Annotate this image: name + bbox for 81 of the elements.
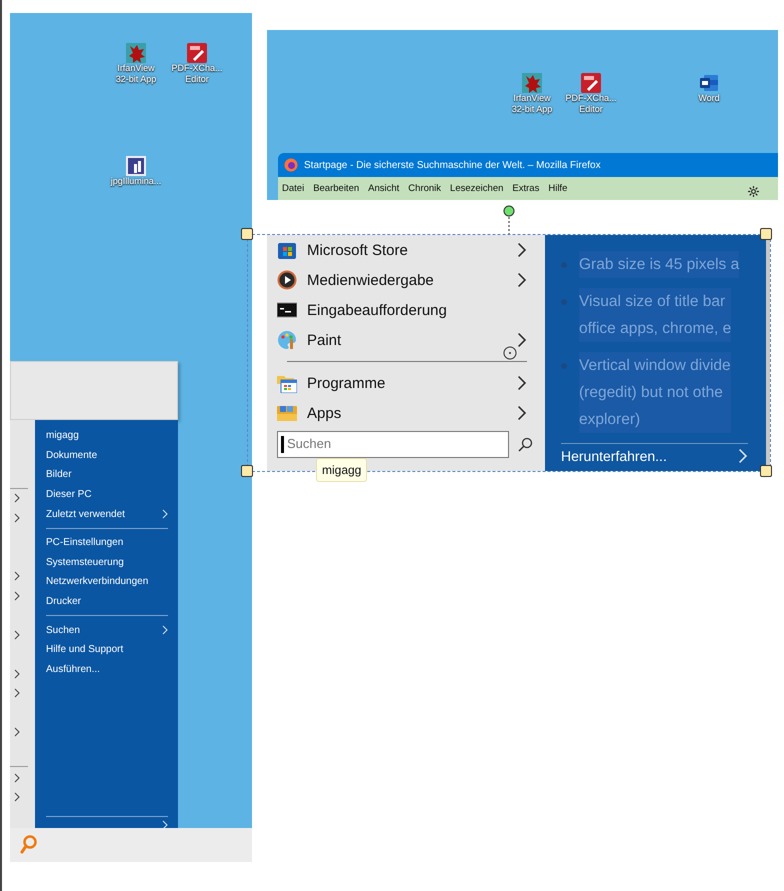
document-app-icon: [699, 73, 719, 93]
faded-text: Vertical window divide: [579, 352, 731, 379]
store-bag-icon: [277, 240, 297, 260]
chevron-icon: [14, 727, 20, 737]
menu-item[interactable]: Suchen: [46, 624, 80, 636]
browser-logo-icon: [284, 158, 298, 172]
icon-label: 32-bit App: [512, 104, 552, 115]
palette-icon: [277, 330, 297, 350]
chevron-icon: [517, 242, 527, 258]
folder-calendar-icon: [277, 373, 297, 393]
menu-item[interactable]: Chronik: [408, 183, 442, 194]
menu-item[interactable]: Hilfe: [548, 183, 568, 194]
menu-item[interactable]: Bilder: [46, 469, 72, 480]
icon-label: IrfanView: [117, 63, 155, 74]
menu-item[interactable]: Lesezeichen: [450, 183, 504, 194]
chevron-icon: [162, 820, 168, 828]
bullet-icon: [561, 262, 567, 268]
chevron-icon: [162, 509, 168, 520]
text-cursor-icon: [281, 436, 284, 453]
icon-label: Editor: [579, 104, 603, 115]
window-title: Startpage - Die sicherste Suchmaschine der Welt. – Mozilla Firefox: [304, 160, 601, 170]
menu-item[interactable]: Hilfe und Support: [46, 644, 124, 656]
menu-item[interactable]: Dokumente: [46, 450, 98, 461]
icon-label: IrfanView: [513, 93, 551, 104]
menu-item[interactable]: Drucker: [46, 596, 82, 608]
chevron-icon: [517, 272, 527, 288]
menu-item[interactable]: Herunterfahren...: [561, 448, 667, 464]
terminal-icon: [277, 300, 297, 320]
menu-item[interactable]: Ansicht: [368, 183, 400, 194]
icon-label: Word: [698, 93, 720, 104]
menu-item[interactable]: Paint: [307, 332, 508, 348]
rotation-handle[interactable]: [503, 205, 515, 234]
icon-label: 32-bit App: [116, 74, 156, 85]
chevron-icon: [14, 630, 20, 640]
menu-item[interactable]: Programme: [307, 374, 508, 392]
menu-item[interactable]: Ausführen...: [46, 664, 100, 675]
menu-item[interactable]: Apps: [307, 404, 508, 422]
icon-label: PDF-XCha...: [565, 93, 616, 104]
cursor-icon: [503, 346, 517, 360]
icon-label: Editor: [185, 74, 209, 85]
menu-item[interactable]: Eingabeaufforderung: [307, 302, 527, 318]
settings-icon[interactable]: [747, 185, 760, 198]
menu-item[interactable]: Zuletzt verwendet: [46, 508, 125, 520]
chevron-icon: [517, 332, 527, 348]
faded-text: (regedit) but not othe: [579, 379, 731, 406]
chevron-icon: [738, 448, 748, 464]
menu-item[interactable]: Datei: [282, 183, 304, 194]
play-icon: [277, 270, 297, 290]
chevron-icon: [162, 625, 168, 636]
resize-handle[interactable]: [760, 228, 772, 240]
bullet-icon: [561, 299, 567, 305]
menu-item[interactable]: Netzwerkverbindungen: [46, 576, 148, 588]
pdf-file-icon: [187, 43, 207, 63]
search-field[interactable]: Suchen: [277, 431, 509, 458]
faded-text: Grab size is 45 pixels a: [579, 251, 740, 278]
icon-label: PDF-XCha...: [171, 63, 222, 74]
menu-item[interactable]: Extras: [512, 183, 540, 194]
faded-text: explorer): [579, 406, 731, 433]
resize-handle[interactable]: [241, 465, 253, 477]
menu-item[interactable]: Systemsteuerung: [46, 556, 124, 568]
menu-item[interactable]: Microsoft Store: [307, 242, 508, 258]
chevron-icon: [517, 375, 527, 391]
menu-item[interactable]: migagg: [46, 430, 79, 442]
search-icon[interactable]: [517, 436, 533, 452]
app-tile-icon: [126, 156, 146, 176]
chevron-icon: [517, 405, 527, 421]
splat-icon: [126, 43, 146, 63]
pdf-file-icon: [581, 73, 601, 93]
resize-handle[interactable]: [760, 465, 772, 477]
bullet-icon: [561, 363, 567, 369]
menu-item[interactable]: Bearbeiten: [313, 183, 360, 194]
menu-item[interactable]: Dieser PC: [46, 489, 92, 500]
menu-item[interactable]: Medienwiedergabe: [307, 272, 508, 288]
resize-handle[interactable]: [241, 228, 253, 240]
faded-text: Visual size of title bar: [579, 288, 732, 315]
icon-label: jpgIllumina...: [110, 176, 162, 187]
faded-text: office apps, chrome, e: [579, 315, 732, 342]
menu-item[interactable]: PC-Einstellungen: [46, 537, 124, 548]
tooltip: migagg: [316, 458, 368, 482]
splat-icon: [522, 73, 542, 93]
folder-icon: [277, 403, 297, 423]
